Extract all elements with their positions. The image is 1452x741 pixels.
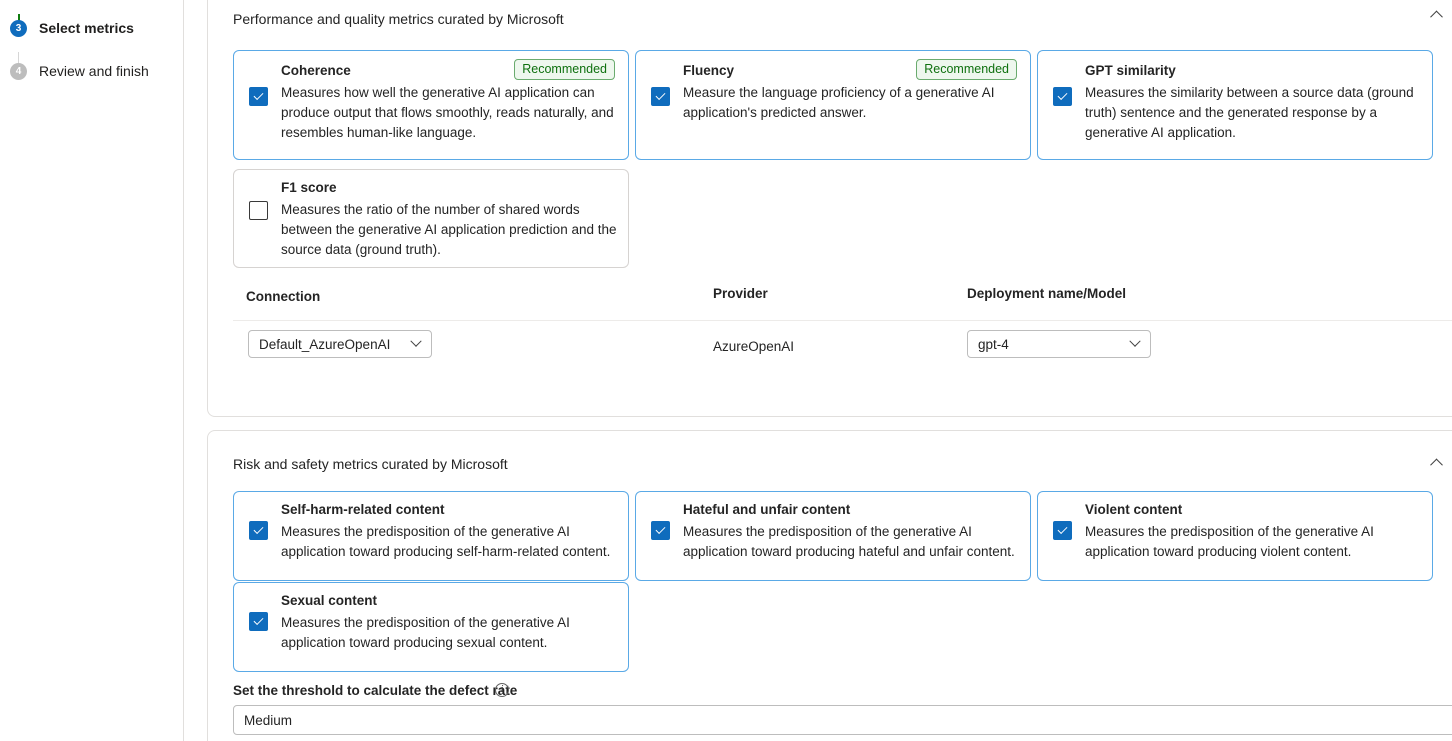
metric-card-sexual-content[interactable]: Sexual content Measures the predispositi… — [233, 582, 629, 672]
check-icon — [655, 524, 666, 535]
metric-checkbox-self-harm-related-content[interactable] — [249, 521, 268, 540]
check-icon — [1057, 524, 1068, 535]
metric-card-violent-content[interactable]: Violent content Measures the predisposit… — [1037, 491, 1433, 581]
metric-description-self-harm-related-content: Measures the predisposition of the gener… — [281, 524, 611, 559]
performance-metrics-panel: Performance and quality metrics curated … — [207, 0, 1452, 417]
connection-select-value: Default_AzureOpenAI — [259, 336, 391, 352]
deployment-select[interactable]: gpt-4 — [967, 330, 1151, 358]
step-number-badge-3: 3 — [10, 19, 27, 37]
metric-description-coherence: Measures how well the generative AI appl… — [281, 85, 614, 140]
metric-description-hateful-and-unfair-content: Measures the predisposition of the gener… — [683, 524, 1015, 559]
recommended-badge-fluency: Recommended — [916, 59, 1017, 80]
info-icon[interactable]: i — [495, 683, 509, 697]
risk-panel-title: Risk and safety metrics curated by Micro… — [233, 456, 508, 472]
metric-checkbox-coherence[interactable] — [249, 87, 268, 106]
recommended-badge-coherence: Recommended — [514, 59, 615, 80]
threshold-select[interactable]: Medium — [233, 705, 1452, 735]
wizard-rail: 3 Select metrics 4 Review and finish — [0, 0, 184, 741]
metric-title-hateful-and-unfair-content: Hateful and unfair content — [683, 502, 851, 517]
metric-title-sexual-content: Sexual content — [281, 593, 378, 608]
connection-select[interactable]: Default_AzureOpenAI — [248, 330, 432, 358]
metric-checkbox-sexual-content[interactable] — [249, 612, 268, 631]
metric-checkbox-violent-content[interactable] — [1053, 521, 1072, 540]
metric-title-gpt-similarity: GPT similarity — [1085, 63, 1176, 78]
risk-panel-header: Risk and safety metrics curated by Micro… — [233, 456, 1452, 472]
performance-panel-collapse-button[interactable] — [1420, 0, 1452, 31]
column-header-deployment: Deployment name/Model — [967, 286, 1127, 301]
check-icon — [253, 524, 264, 535]
metric-checkbox-fluency[interactable] — [651, 87, 670, 106]
metric-description-fluency: Measure the language proficiency of a ge… — [683, 85, 995, 120]
performance-panel-header: Performance and quality metrics curated … — [233, 11, 1452, 27]
wizard-steps: 3 Select metrics 4 Review and finish — [0, 14, 183, 85]
wizard-step-review-and-finish[interactable]: 4 Review and finish — [0, 57, 183, 85]
metric-card-coherence[interactable]: Coherence Recommended Measures how well … — [233, 50, 629, 160]
chevron-down-icon — [410, 335, 422, 347]
threshold-select-value: Medium — [244, 712, 293, 728]
metric-description-gpt-similarity: Measures the similarity between a source… — [1085, 85, 1414, 140]
metric-description-f1-score: Measures the ratio of the number of shar… — [281, 202, 617, 257]
metric-title-f1-score: F1 score — [281, 180, 337, 195]
risk-panel-collapse-button[interactable] — [1420, 447, 1452, 479]
metric-card-self-harm-related-content[interactable]: Self-harm-related content Measures the p… — [233, 491, 629, 581]
deployment-select-value: gpt-4 — [978, 336, 1009, 352]
metric-title-self-harm-related-content: Self-harm-related content — [281, 502, 445, 517]
threshold-label: Set the threshold to calculate the defec… — [233, 683, 518, 698]
metric-card-fluency[interactable]: Fluency Recommended Measure the language… — [635, 50, 1031, 160]
select-metrics-page: 3 Select metrics 4 Review and finish Per… — [0, 0, 1452, 741]
metric-title-fluency: Fluency — [683, 63, 735, 78]
wizard-step-select-metrics[interactable]: 3 Select metrics — [0, 14, 183, 42]
risk-safety-panel: Risk and safety metrics curated by Micro… — [207, 430, 1452, 741]
provider-value: AzureOpenAI — [713, 339, 795, 354]
chevron-up-icon — [1429, 458, 1443, 471]
metric-description-violent-content: Measures the predisposition of the gener… — [1085, 524, 1374, 559]
check-icon — [655, 90, 666, 101]
main-content: Performance and quality metrics curated … — [184, 0, 1452, 741]
check-icon — [253, 90, 264, 101]
metric-card-gpt-similarity[interactable]: GPT similarity Measures the similarity b… — [1037, 50, 1433, 160]
wizard-step-label-review-and-finish: Review and finish — [39, 63, 149, 79]
chevron-down-icon — [1129, 335, 1141, 347]
wizard-step-label-select-metrics: Select metrics — [39, 20, 134, 36]
metric-description-sexual-content: Measures the predisposition of the gener… — [281, 615, 570, 650]
check-icon — [253, 615, 264, 626]
metric-title-violent-content: Violent content — [1085, 502, 1183, 517]
metric-title-coherence: Coherence — [281, 63, 351, 78]
column-header-connection: Connection — [246, 289, 321, 304]
metric-card-f1-score[interactable]: F1 score Measures the ratio of the numbe… — [233, 169, 629, 268]
metric-checkbox-f1-score[interactable] — [249, 201, 268, 220]
metric-card-hateful-and-unfair-content[interactable]: Hateful and unfair content Measures the … — [635, 491, 1031, 581]
performance-panel-title: Performance and quality metrics curated … — [233, 11, 564, 27]
table-header-divider — [233, 320, 1452, 321]
column-header-provider: Provider — [713, 286, 768, 301]
metric-checkbox-gpt-similarity[interactable] — [1053, 87, 1072, 106]
chevron-up-icon — [1429, 10, 1443, 23]
check-icon — [1057, 90, 1068, 101]
metric-checkbox-hateful-and-unfair-content[interactable] — [651, 521, 670, 540]
step-number-badge-4: 4 — [10, 62, 27, 80]
